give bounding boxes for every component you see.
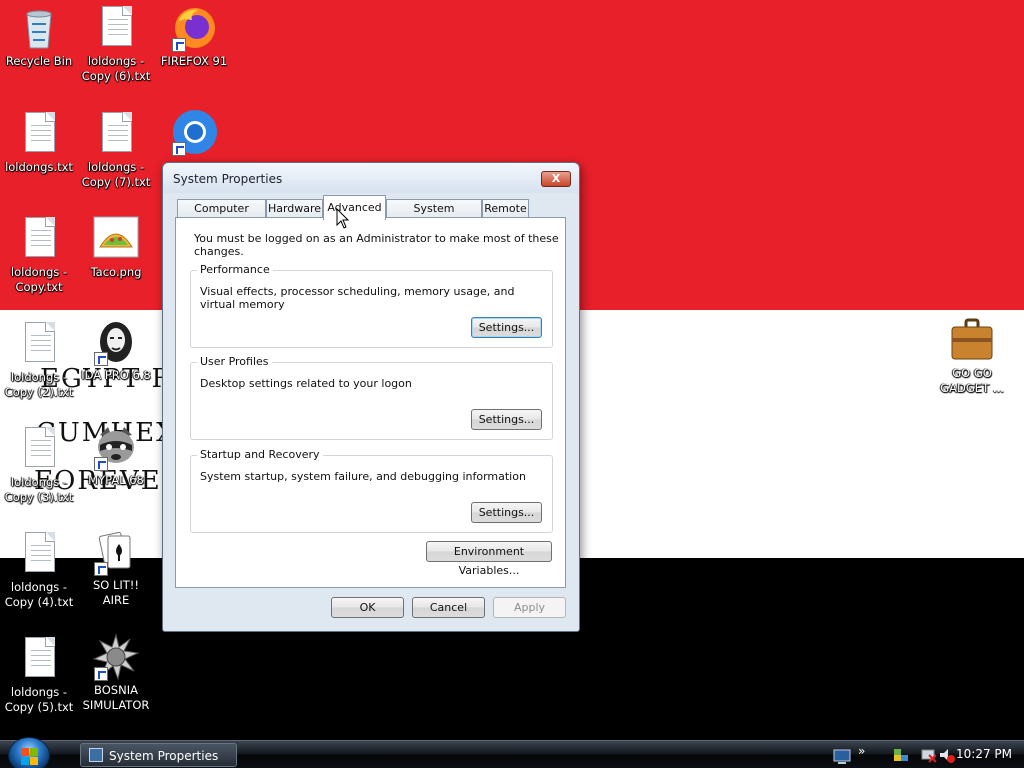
text-file-icon xyxy=(92,4,140,52)
shortcut-arrow-icon xyxy=(172,38,186,52)
desktop-icon-text-file[interactable]: loldongs - Copy (7).txt xyxy=(78,110,154,190)
text-file-icon xyxy=(92,110,140,158)
desktop-icon-label: SO LIT!! AIRE xyxy=(92,578,140,607)
desktop-icon-label: loldongs - Copy.txt xyxy=(10,265,68,294)
shortcut-arrow-icon xyxy=(94,457,108,471)
desktop-icon-text-file[interactable]: loldongs.txt xyxy=(1,110,77,175)
tab-hardware[interactable]: Hardware xyxy=(266,199,323,219)
performance-group: Performance Visual effects, processor sc… xyxy=(190,263,553,348)
ida-pro-portrait-icon xyxy=(92,318,140,366)
desktop-icon-label: Recycle Bin xyxy=(5,54,73,68)
close-icon: X xyxy=(551,172,561,185)
startup-recovery-group: Startup and Recovery System startup, sys… xyxy=(190,448,553,533)
cancel-button[interactable]: Cancel xyxy=(412,597,485,618)
desktop-icon-label: BOSNIA SIMULATOR xyxy=(82,683,150,712)
apply-button[interactable]: Apply xyxy=(493,597,566,618)
system-properties-icon xyxy=(89,748,103,762)
start-button[interactable] xyxy=(8,737,50,768)
desktop-icon-label: loldongs - Copy (4).txt xyxy=(4,580,74,609)
taco-image-icon xyxy=(92,215,140,263)
desktop-icon-ida-pro[interactable]: IDA PRO 6.8 xyxy=(78,318,154,383)
shortcut-arrow-icon xyxy=(94,667,108,681)
group-title: Startup and Recovery xyxy=(197,448,323,461)
briefcase-icon xyxy=(948,316,996,364)
desktop-icon-label: MYPAL 68 xyxy=(88,473,144,487)
desktop-icon-mypal[interactable]: MYPAL 68 xyxy=(78,423,154,488)
desktop-icon-text-file[interactable]: loldongs - Copy (6).txt xyxy=(78,4,154,84)
desktop-icon-label: loldongs - Copy (5).txt xyxy=(4,685,74,714)
taskbar-task-system-properties[interactable]: System Properties xyxy=(80,743,237,767)
tab-system-protection[interactable]: System Protection xyxy=(386,199,482,233)
desktop-icon-taco-image[interactable]: Taco.png xyxy=(78,215,154,280)
desktop-icon-solitaire[interactable]: SO LIT!! AIRE xyxy=(78,528,154,608)
user-profiles-group: User Profiles Desktop settings related t… xyxy=(190,355,553,440)
desktop-icon-firefox[interactable]: FIREFOX 91 xyxy=(156,4,232,69)
shortcut-arrow-icon xyxy=(94,352,108,366)
tray-overflow-button[interactable]: » xyxy=(858,741,872,768)
desktop-icon-bosnia-simulator[interactable]: BOSNIA SIMULATOR xyxy=(78,633,154,713)
desktop-icon-label: FIREFOX 91 xyxy=(160,54,228,68)
close-button[interactable]: X xyxy=(541,171,571,187)
raccoon-icon xyxy=(92,423,140,471)
dialog-titlebar[interactable]: System Properties X xyxy=(163,163,579,193)
user-profiles-settings-button[interactable]: Settings... xyxy=(471,409,542,430)
text-file-icon xyxy=(15,215,63,263)
desktop-icon-text-file[interactable]: loldongs - Copy (5).txt xyxy=(1,635,77,715)
tab-computer-name[interactable]: Computer Name xyxy=(177,199,266,233)
dialog-title: System Properties xyxy=(173,172,283,186)
desktop-icon-label: GO GO GADGET ... xyxy=(940,366,1004,395)
desktop-icon-label: loldongs - Copy (7).txt xyxy=(81,160,151,189)
group-title: User Profiles xyxy=(197,355,272,368)
tab-advanced[interactable]: Advanced xyxy=(323,195,386,220)
recycle-bin-icon xyxy=(15,4,63,52)
desktop-icon-label: IDA PRO 6.8 xyxy=(81,368,151,382)
desktop-icon-text-file[interactable]: loldongs - Copy (3).txt xyxy=(1,425,77,505)
text-file-icon xyxy=(15,530,63,578)
desktop-icon-text-file[interactable]: loldongs - Copy.txt xyxy=(1,215,77,295)
environment-variables-button[interactable]: Environment Variables... xyxy=(426,541,552,577)
desktop-icon-label: loldongs - Copy (3).txt xyxy=(4,475,74,504)
desktop-icon-text-file[interactable]: loldongs - Copy (4).txt xyxy=(1,530,77,610)
group-title: Performance xyxy=(197,263,273,276)
chrome-icon xyxy=(170,108,218,156)
admin-notice: You must be logged on as an Administrato… xyxy=(194,232,559,258)
tray-monitor-icon[interactable] xyxy=(832,741,852,768)
tray-network-icon[interactable] xyxy=(892,741,910,768)
mouse-cursor-icon xyxy=(336,208,350,229)
ok-button[interactable]: OK xyxy=(331,597,404,618)
group-description: System startup, system failure, and debu… xyxy=(200,470,526,483)
playing-cards-icon xyxy=(92,528,140,576)
spiked-mine-icon xyxy=(92,633,140,681)
desktop-icon-text-file[interactable]: loldongs - Copy (2).txt xyxy=(1,320,77,400)
shortcut-arrow-icon xyxy=(94,562,108,576)
text-file-icon xyxy=(15,425,63,473)
tray-volume-muted-icon[interactable] xyxy=(938,741,956,768)
text-file-icon xyxy=(15,110,63,158)
taskbar: System Properties » 10:27 PM xyxy=(0,737,1024,768)
firefox-icon xyxy=(170,4,218,52)
performance-settings-button[interactable]: Settings... xyxy=(471,317,542,338)
system-properties-dialog: System Properties X Computer Name Hardwa… xyxy=(162,162,580,632)
desktop-icon-label: loldongs.txt xyxy=(5,160,73,174)
taskbar-clock[interactable]: 10:27 PM xyxy=(956,747,1012,761)
desktop-icon-recycle-bin[interactable]: Recycle Bin xyxy=(1,4,77,69)
desktop-icon-label: loldongs - Copy (6).txt xyxy=(81,54,151,83)
desktop-icon-label: loldongs - Copy (2).txt xyxy=(4,370,74,399)
startup-recovery-settings-button[interactable]: Settings... xyxy=(471,502,542,523)
desktop-icon-label: Taco.png xyxy=(90,265,142,279)
desktop-icon-chrome[interactable] xyxy=(156,108,232,158)
group-description: Desktop settings related to your logon xyxy=(200,377,412,390)
advanced-tab-panel: You must be logged on as an Administrato… xyxy=(175,217,566,588)
tray-network-disconnected-icon[interactable] xyxy=(920,741,938,768)
text-file-icon xyxy=(15,635,63,683)
text-file-icon xyxy=(15,320,63,368)
tab-remote[interactable]: Remote xyxy=(482,199,529,219)
taskbar-task-label: System Properties xyxy=(109,749,219,763)
desktop-icon-gadgets[interactable]: GO GO GADGET ... xyxy=(934,316,1010,396)
group-description: Visual effects, processor scheduling, me… xyxy=(200,285,515,311)
shortcut-arrow-icon xyxy=(172,142,186,156)
